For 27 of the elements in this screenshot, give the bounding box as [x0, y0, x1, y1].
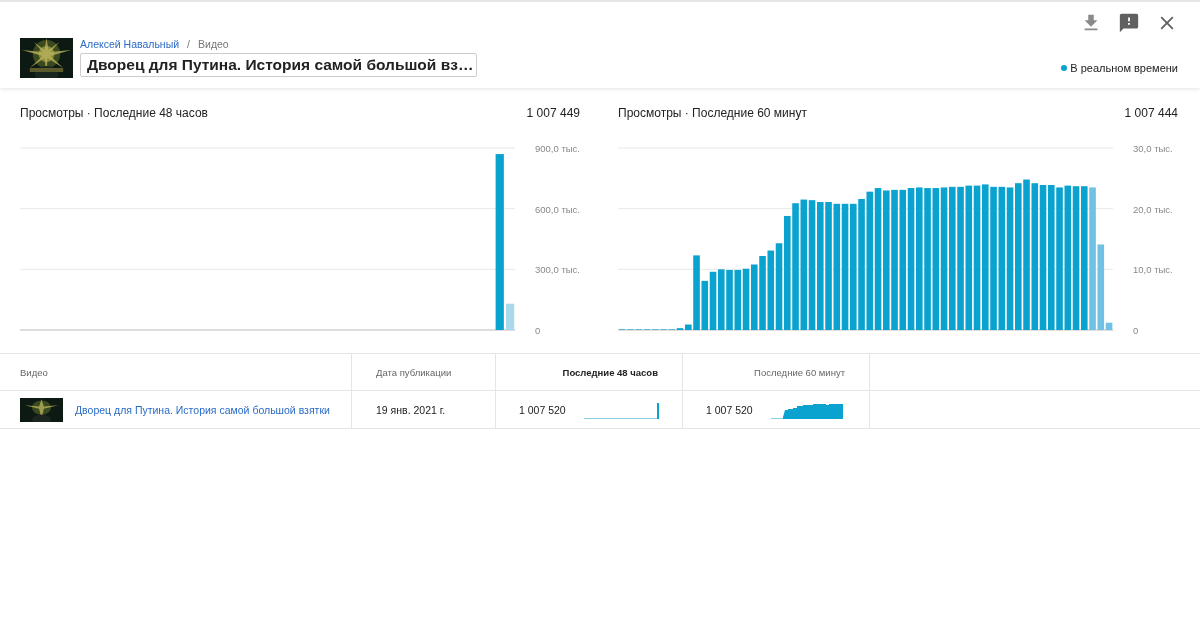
chart-total: 1 007 444 — [1124, 106, 1178, 122]
axis-tick-label: 600,0 тыс. — [535, 203, 580, 215]
breadcrumb-separator: / — [187, 38, 190, 50]
search-field[interactable]: Дворец для Путина. История самой большой вз… — [80, 53, 477, 77]
chart-title: Просмотры · Последние 48 часов — [20, 106, 208, 122]
views-count: 1 007 520 — [519, 403, 566, 416]
axis-tick-label: 30,0 тыс. — [1133, 143, 1173, 154]
chart-total: 1 007 449 — [526, 106, 580, 122]
axis-tick-label: 0 — [535, 325, 541, 336]
axis-tick-label: 10,0 тыс. — [1133, 264, 1173, 276]
publish-date: 19 янв. 2021 г. — [376, 403, 446, 416]
column-header[interactable]: Последние 48 часов — [495, 354, 683, 391]
axis-tick-label: 900,0 тыс. — [535, 143, 580, 154]
breadcrumb-section: Видео — [198, 38, 229, 50]
axis-tick-label: 300,0 тыс. — [535, 264, 580, 276]
axis-tick-label: 0 — [1133, 325, 1139, 336]
column-header[interactable]: Последние 60 минут — [682, 354, 870, 391]
feedback-icon[interactable] — [1118, 12, 1140, 34]
channel-link[interactable]: Алексей Навальный — [80, 38, 180, 50]
column-header[interactable]: Видео — [0, 354, 352, 391]
video-title-link[interactable]: Дворец для Путина. История самой большой взятки — [75, 403, 330, 416]
live-dot — [1061, 65, 1068, 71]
views-count: 1 007 520 — [706, 403, 753, 416]
chart-title: Просмотры · Последние 60 минут — [618, 106, 807, 122]
axis-tick-label: 20,0 тыс. — [1133, 203, 1173, 215]
column-header[interactable]: Дата публикации — [351, 354, 496, 391]
realtime-label: В реальном времени — [1070, 62, 1178, 74]
